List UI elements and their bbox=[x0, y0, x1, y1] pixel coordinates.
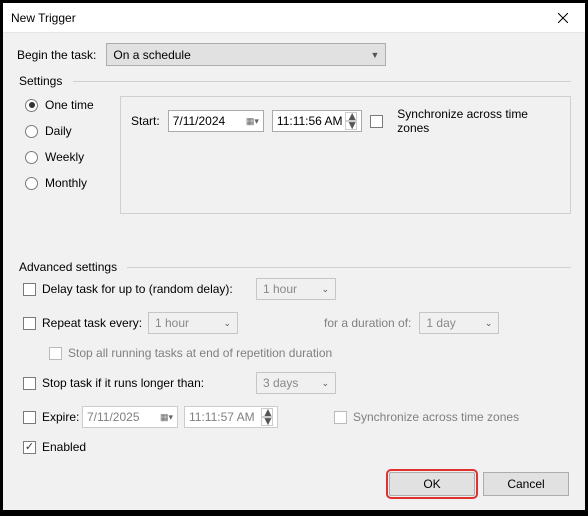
ok-button-label: OK bbox=[423, 477, 440, 491]
close-icon bbox=[558, 13, 568, 23]
stop-running-checkbox bbox=[49, 347, 62, 360]
expire-label: Expire: bbox=[42, 410, 82, 424]
begin-task-select[interactable]: On a schedule ▼ bbox=[106, 43, 386, 66]
sync-timezones-label: Synchronize across time zones bbox=[397, 107, 560, 135]
enabled-checkbox[interactable] bbox=[23, 441, 36, 454]
spinner-icon: ▲▼ bbox=[261, 408, 273, 426]
enabled-label: Enabled bbox=[42, 440, 86, 454]
radio-one-time[interactable]: One time bbox=[25, 98, 120, 112]
radio-monthly[interactable]: Monthly bbox=[25, 176, 120, 190]
stop-longer-select[interactable]: 3 days ⌄ bbox=[256, 372, 336, 394]
begin-task-value: On a schedule bbox=[113, 48, 190, 62]
chevron-down-icon: ⌄ bbox=[321, 378, 329, 389]
start-time-value: 11:11:56 AM bbox=[277, 114, 343, 128]
stop-running-label: Stop all running tasks at end of repetit… bbox=[68, 346, 332, 360]
expire-time-value: 11:11:57 AM bbox=[189, 410, 255, 424]
expire-date-value: 7/11/2025 bbox=[87, 410, 140, 424]
expire-checkbox[interactable] bbox=[23, 411, 36, 424]
delay-value: 1 hour bbox=[263, 282, 297, 296]
duration-select[interactable]: 1 day ⌄ bbox=[419, 312, 499, 334]
sync-timezones-checkbox[interactable] bbox=[370, 115, 383, 128]
chevron-down-icon: ⌄ bbox=[485, 318, 493, 329]
stop-longer-label: Stop task if it runs longer than: bbox=[42, 376, 256, 390]
stop-longer-value: 3 days bbox=[263, 376, 298, 390]
window-title: New Trigger bbox=[11, 11, 76, 25]
chevron-down-icon: ⌄ bbox=[223, 318, 231, 329]
radio-one-time-label: One time bbox=[45, 98, 94, 112]
titlebar: New Trigger bbox=[3, 3, 585, 33]
close-button[interactable] bbox=[540, 3, 585, 33]
radio-weekly[interactable]: Weekly bbox=[25, 150, 120, 164]
spinner-icon: ▲▼ bbox=[345, 112, 357, 130]
duration-label: for a duration of: bbox=[324, 316, 411, 330]
start-date-value: 7/11/2024 bbox=[173, 114, 226, 128]
chevron-down-icon: ⌄ bbox=[321, 284, 329, 295]
start-date-input[interactable]: 7/11/2024 ▦▾ bbox=[168, 110, 264, 132]
radio-monthly-label: Monthly bbox=[45, 176, 87, 190]
ok-button[interactable]: OK bbox=[389, 472, 475, 496]
start-time-input[interactable]: 11:11:56 AM ▲▼ bbox=[272, 110, 362, 132]
duration-value: 1 day bbox=[426, 316, 455, 330]
chevron-down-icon: ▼ bbox=[370, 50, 379, 60]
expire-sync-label: Synchronize across time zones bbox=[353, 410, 519, 424]
radio-icon bbox=[25, 177, 38, 190]
delay-select[interactable]: 1 hour ⌄ bbox=[256, 278, 336, 300]
radio-daily[interactable]: Daily bbox=[25, 124, 120, 138]
delay-checkbox[interactable] bbox=[23, 283, 36, 296]
stop-longer-checkbox[interactable] bbox=[23, 377, 36, 390]
radio-daily-label: Daily bbox=[45, 124, 72, 138]
start-panel: Start: 7/11/2024 ▦▾ 11:11:56 AM ▲▼ Synch… bbox=[120, 96, 571, 214]
radio-icon bbox=[25, 99, 38, 112]
new-trigger-dialog: New Trigger Begin the task: On a schedul… bbox=[3, 3, 585, 510]
cancel-button-label: Cancel bbox=[507, 477, 544, 491]
radio-weekly-label: Weekly bbox=[45, 150, 84, 164]
repeat-select[interactable]: 1 hour ⌄ bbox=[148, 312, 238, 334]
delay-label: Delay task for up to (random delay): bbox=[42, 282, 256, 296]
repeat-value: 1 hour bbox=[155, 316, 189, 330]
cancel-button[interactable]: Cancel bbox=[483, 472, 569, 496]
repeat-checkbox[interactable] bbox=[23, 317, 36, 330]
settings-divider bbox=[73, 81, 571, 82]
radio-icon bbox=[25, 151, 38, 164]
expire-date-input[interactable]: 7/11/2025 ▦▾ bbox=[82, 406, 178, 428]
repeat-label: Repeat task every: bbox=[42, 316, 148, 330]
expire-time-input[interactable]: 11:11:57 AM ▲▼ bbox=[184, 406, 278, 428]
radio-icon bbox=[25, 125, 38, 138]
calendar-icon: ▦▾ bbox=[246, 116, 259, 127]
advanced-divider bbox=[127, 267, 571, 268]
expire-sync-checkbox bbox=[334, 411, 347, 424]
start-label: Start: bbox=[131, 114, 160, 128]
calendar-icon: ▦▾ bbox=[160, 412, 173, 423]
begin-task-label: Begin the task: bbox=[17, 48, 96, 62]
